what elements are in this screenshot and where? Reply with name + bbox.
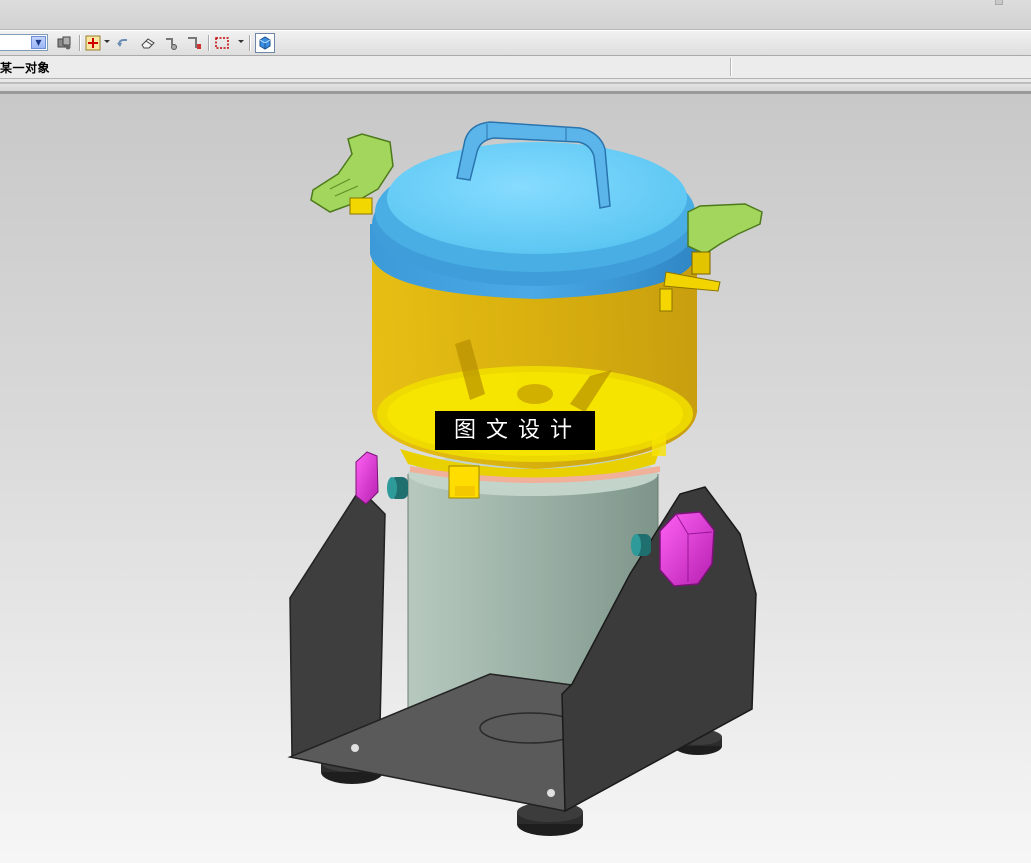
watermark-label: 图文设计 <box>435 411 595 450</box>
base-screw <box>547 789 555 797</box>
base-screw <box>351 744 359 752</box>
toolbar: ▼ <box>0 30 1031 56</box>
toolbar-separator <box>79 35 81 51</box>
snap-point-icon[interactable] <box>85 35 101 51</box>
feature-icon-1[interactable] <box>163 35 179 51</box>
status-bar: 某一对象 <box>0 56 1031 79</box>
layer-combo-box[interactable]: ▼ <box>0 34 48 51</box>
chevron-down-icon[interactable]: ▼ <box>31 36 46 49</box>
toolbar-separator <box>208 35 210 51</box>
adjust-knob-left <box>355 451 379 505</box>
frame-left-plate <box>289 487 386 759</box>
cad-application-window: ▼ 某一对象 图文设计 <box>0 0 1031 863</box>
select-dropdown-icon[interactable] <box>238 40 244 43</box>
side-pin <box>631 534 651 556</box>
status-divider <box>730 58 732 76</box>
layer-icon[interactable] <box>56 35 72 51</box>
3d-viewport[interactable]: 图文设计 <box>0 94 1031 863</box>
feature-icon-2[interactable] <box>186 35 202 51</box>
snap-dropdown-icon[interactable] <box>104 40 110 43</box>
view-cube-icon[interactable] <box>255 33 275 53</box>
pot-lid <box>370 121 698 299</box>
selection-prompt: 某一对象 <box>0 61 51 75</box>
cad-model-render <box>287 121 763 836</box>
menu-strip <box>0 0 1031 30</box>
window-corner-marker <box>995 0 1003 5</box>
eraser-icon[interactable] <box>140 35 156 51</box>
toolbar-separator <box>249 35 251 51</box>
undo-arrow-icon[interactable] <box>115 35 131 51</box>
select-rectangle-icon[interactable] <box>214 35 230 51</box>
viewport-border <box>0 79 1031 94</box>
side-pin <box>387 477 408 499</box>
